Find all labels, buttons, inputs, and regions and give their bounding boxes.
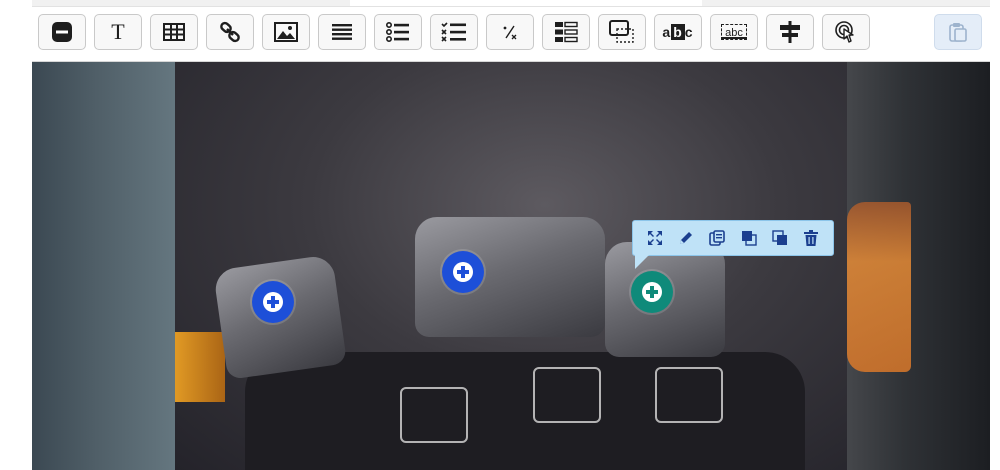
text-entry-tool[interactable]: abc <box>710 14 758 50</box>
tooltip-tool[interactable] <box>598 14 646 50</box>
send-back-icon <box>772 230 787 245</box>
background-image-left <box>32 62 175 470</box>
forklift-controls-image <box>175 62 847 470</box>
hotspot-right-lever[interactable] <box>631 271 673 313</box>
editor-app: T abc abc <box>0 0 1000 470</box>
bullet-list-tool[interactable] <box>374 14 422 50</box>
background-image-right <box>847 62 990 470</box>
delete-button[interactable] <box>800 227 822 249</box>
text-icon: T <box>111 19 125 44</box>
trash-icon <box>804 230 819 246</box>
fraction-icon <box>503 25 517 40</box>
fill-blank-icon: abc <box>662 24 694 40</box>
checklist-tool[interactable] <box>430 14 478 50</box>
image-canvas[interactable] <box>32 62 990 470</box>
duplicate-button[interactable] <box>706 227 728 249</box>
table-tool[interactable] <box>150 14 198 50</box>
hotspot-middle-lever[interactable] <box>442 251 484 293</box>
link-icon <box>220 21 240 43</box>
list-icon <box>332 24 352 40</box>
send-back-button[interactable] <box>769 227 791 249</box>
form-tool[interactable] <box>542 14 590 50</box>
fraction-tool[interactable] <box>486 14 534 50</box>
image-symbol-left <box>400 387 468 443</box>
expand-icon <box>647 231 662 245</box>
table-icon <box>163 23 185 41</box>
signpost-tool[interactable] <box>766 14 814 50</box>
plus-circle-icon <box>642 282 662 302</box>
checklist-icon <box>441 22 466 42</box>
list-tool[interactable] <box>318 14 366 50</box>
form-fields-icon <box>555 21 578 43</box>
left-gutter <box>0 0 32 470</box>
bring-front-button[interactable] <box>738 227 760 249</box>
tooltip-box-icon <box>609 20 634 43</box>
text-entry-icon: abc <box>721 24 747 40</box>
separator-tool[interactable] <box>38 14 86 50</box>
pencil-icon <box>679 232 692 244</box>
minus-box-icon <box>52 22 72 42</box>
top-strip <box>32 0 990 7</box>
fill-blank-tool[interactable]: abc <box>654 14 702 50</box>
image-warning-light <box>175 332 225 402</box>
image-symbol-right <box>655 367 723 423</box>
right-gutter <box>990 0 1000 470</box>
active-tab-indicator <box>350 0 702 6</box>
image-symbol-middle <box>533 367 601 423</box>
bring-front-icon <box>741 231 757 246</box>
signpost-icon <box>780 21 800 43</box>
background-person <box>847 202 911 372</box>
image-tool[interactable] <box>262 14 310 50</box>
touch-icon <box>835 21 854 43</box>
plus-circle-icon <box>263 292 283 312</box>
image-icon <box>274 22 298 42</box>
text-tool[interactable]: T <box>94 14 142 50</box>
fullscreen-button[interactable] <box>644 227 666 249</box>
link-tool[interactable] <box>206 14 254 50</box>
paste-button[interactable] <box>934 14 982 50</box>
edit-button[interactable] <box>675 227 697 249</box>
copy-icon <box>709 230 726 246</box>
hotspot-action-popover <box>632 220 834 269</box>
clipboard-icon <box>949 23 967 42</box>
bullet-list-icon <box>386 22 409 42</box>
plus-circle-icon <box>453 262 473 282</box>
hotspot-tool[interactable] <box>822 14 870 50</box>
toolbar: T abc abc <box>32 7 990 62</box>
hotspot-left-lever[interactable] <box>252 281 294 323</box>
